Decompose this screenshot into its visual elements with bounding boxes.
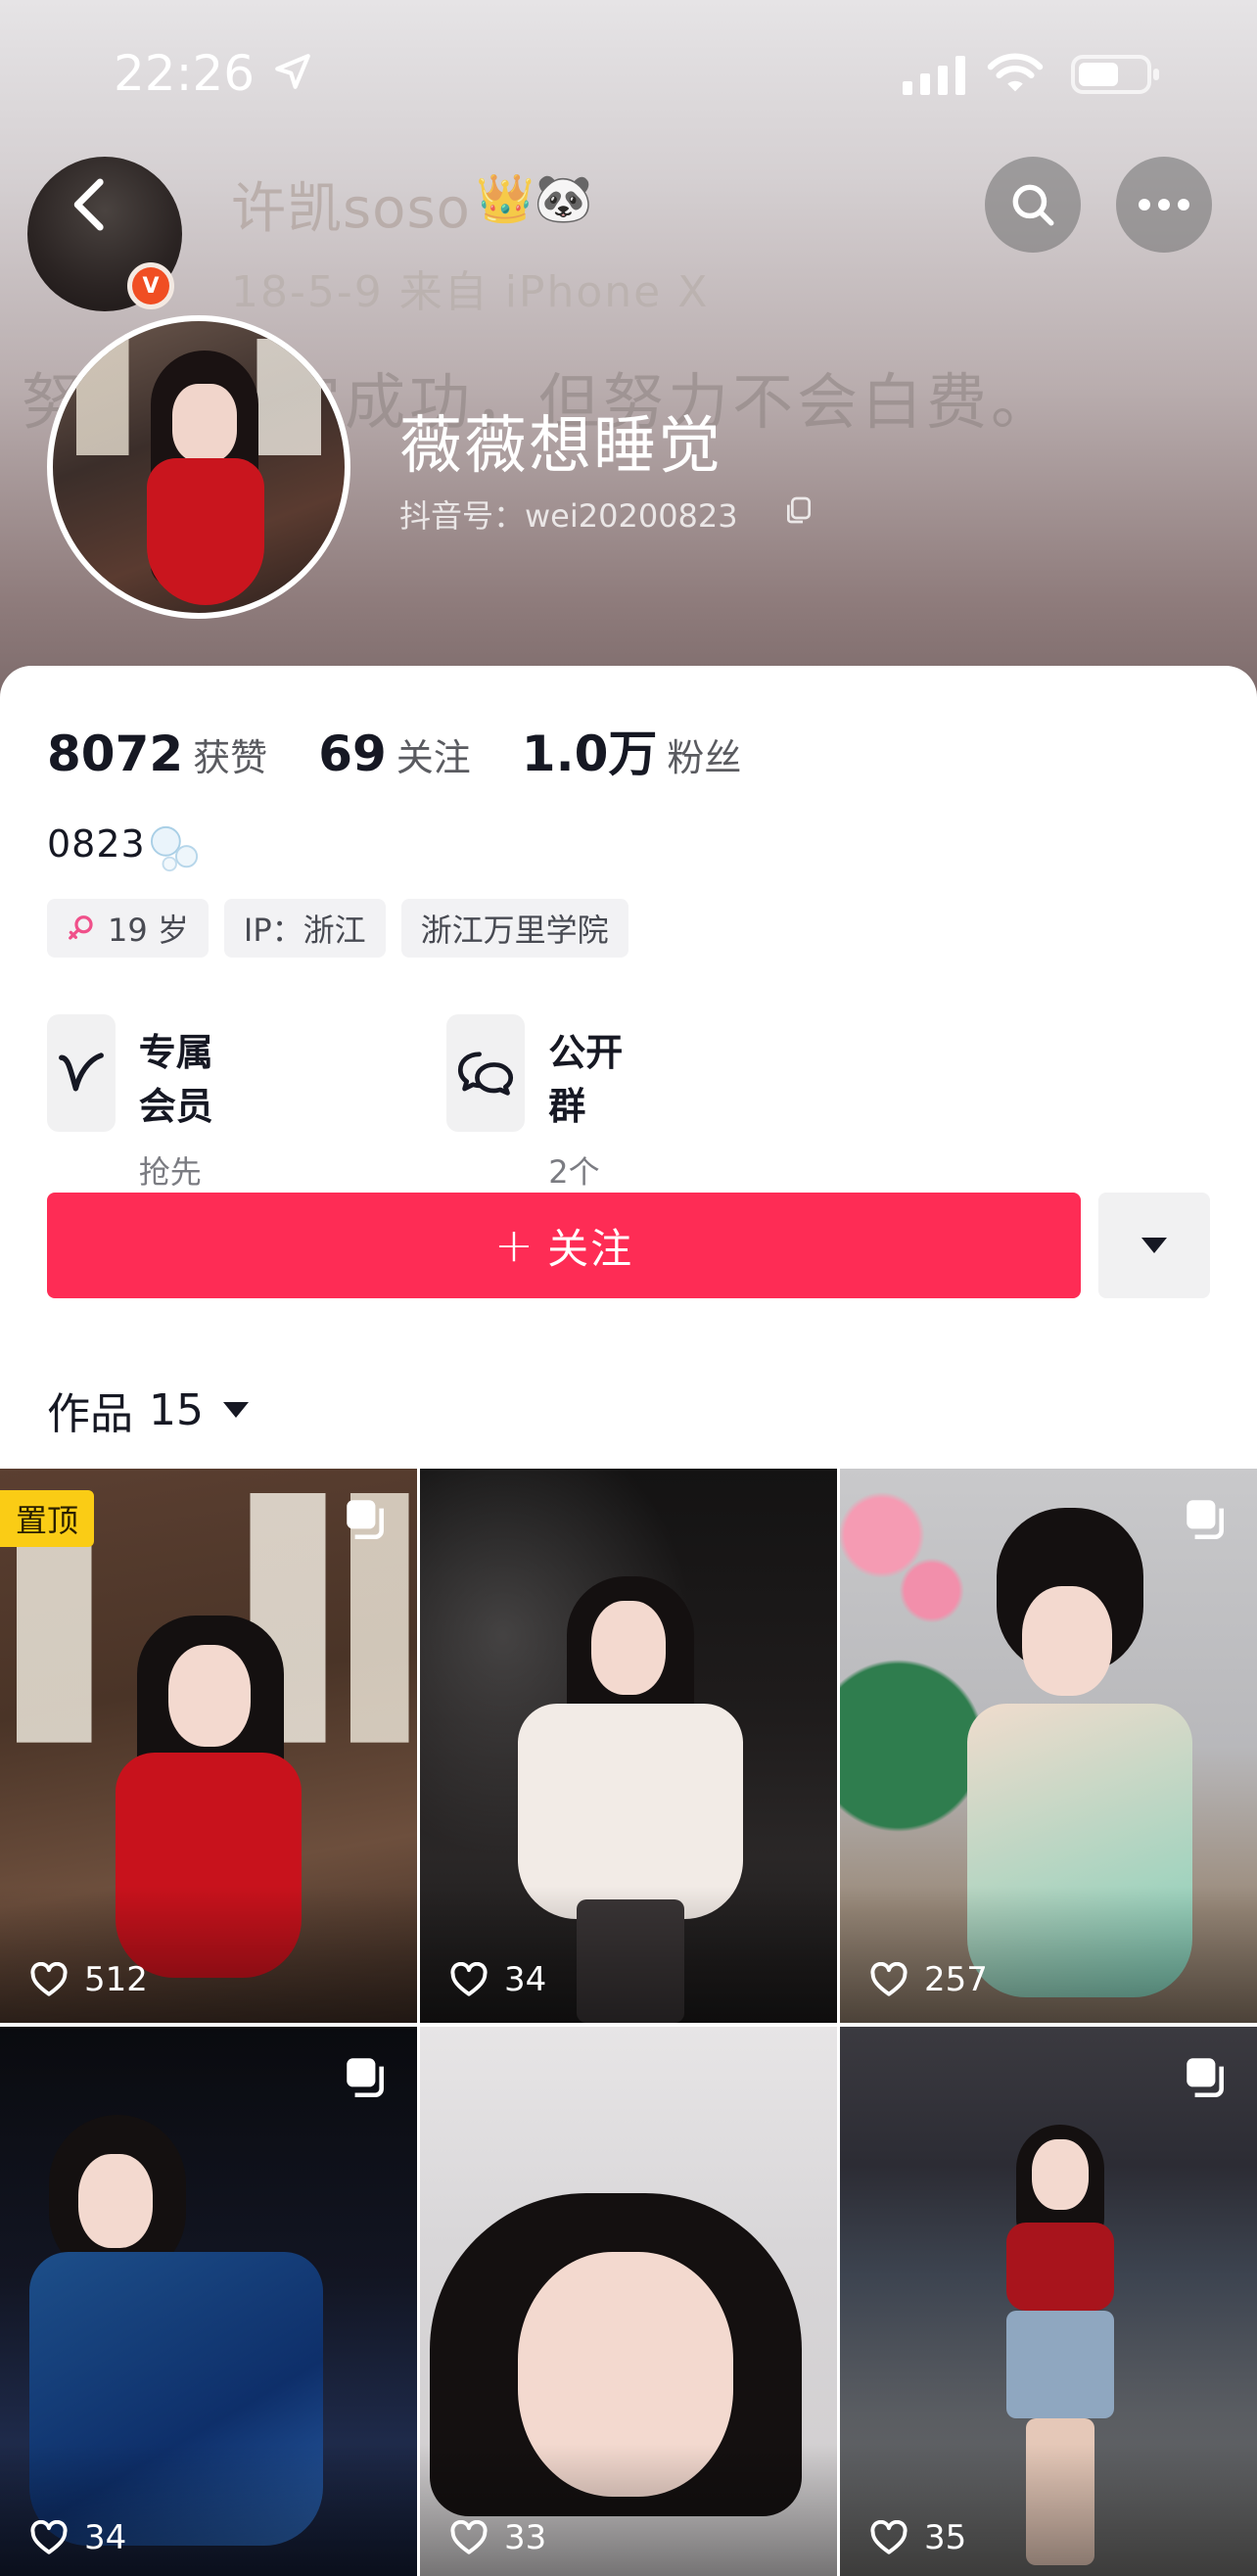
works-count: 15 <box>149 1384 204 1435</box>
likes-value: 34 <box>84 2518 127 2557</box>
post-likes: 33 <box>449 2518 546 2557</box>
heart-icon <box>450 1962 488 1996</box>
likes-value: 512 <box>84 1960 148 1999</box>
multi-image-icon <box>347 2058 384 2098</box>
bubbles-icon <box>150 825 199 872</box>
post-tile[interactable]: 34 <box>0 2027 417 2576</box>
triangle-down-icon <box>1141 1238 1167 1253</box>
bio-text: 0823 <box>47 822 146 866</box>
works-label: 作品 <box>47 1389 133 1439</box>
heart-icon <box>30 2520 68 2554</box>
more-dots-icon <box>1139 199 1189 211</box>
heart-icon <box>870 1962 908 1996</box>
heart-icon <box>450 2520 488 2554</box>
status-time: 22:26 <box>114 45 256 102</box>
caret-down-icon <box>223 1402 249 1418</box>
ip-tag: IP：浙江 <box>223 899 386 958</box>
battery-icon <box>1071 55 1159 94</box>
age-label: 19 岁 <box>108 912 189 949</box>
likes-value: 33 <box>504 2518 547 2557</box>
post-tile[interactable]: 置顶 512 <box>0 1469 417 2023</box>
group-title: 公开群 <box>548 1031 624 1128</box>
multi-image-icon <box>1187 1500 1224 1540</box>
banner-date: 18-5-9 来自 iPhone X <box>231 267 710 317</box>
post-likes: 34 <box>29 2518 126 2557</box>
plus-icon: + <box>493 1218 536 1273</box>
chat-bubbles-icon <box>446 1014 526 1132</box>
following-count[interactable]: 69 <box>318 726 387 782</box>
post-likes: 257 <box>869 1960 988 1999</box>
profile-avatar[interactable] <box>47 315 350 619</box>
female-icon <box>69 915 93 940</box>
stats-row: 8072 获赞 69 关注 1.0万 粉丝 <box>47 715 792 785</box>
back-button[interactable] <box>43 157 139 253</box>
followers-count[interactable]: 1.0万 <box>522 715 658 785</box>
post-tile[interactable]: 33 <box>420 2027 837 2576</box>
profile-tags: 19 岁 IP：浙江 浙江万里学院 <box>47 899 628 958</box>
vip-title: 专属会员 <box>138 1031 213 1128</box>
banner-emoji: 👑🐼 <box>476 171 593 226</box>
follow-button[interactable]: + 关注 <box>47 1193 1081 1298</box>
banner-name: 许凯soso <box>231 177 471 241</box>
works-tab[interactable]: 作品 15 <box>47 1379 251 1441</box>
search-button[interactable] <box>985 157 1081 253</box>
likes-value: 35 <box>924 2518 967 2557</box>
likes-count: 8072 <box>47 726 184 782</box>
heart-icon <box>870 2520 908 2554</box>
pinned-badge: 置顶 <box>0 1490 95 1547</box>
post-tile[interactable]: 257 <box>840 1469 1257 2023</box>
likes-value: 257 <box>924 1960 988 1999</box>
douyin-id: 抖音号：wei20200823 <box>399 497 738 535</box>
vip-v-icon <box>47 1014 116 1132</box>
wifi-icon <box>987 53 1044 92</box>
verified-badge-letter: V <box>132 267 169 304</box>
copy-icon[interactable] <box>783 494 815 526</box>
multi-image-icon <box>1187 2058 1224 2098</box>
post-tile[interactable]: 35 <box>840 2027 1257 2576</box>
multi-image-icon <box>347 1500 384 1540</box>
likes-value: 34 <box>504 1960 547 1999</box>
post-likes: 35 <box>869 2518 966 2557</box>
search-icon <box>1012 184 1054 226</box>
more-options-button[interactable] <box>1116 157 1212 253</box>
following-label[interactable]: 关注 <box>396 727 471 781</box>
school-tag[interactable]: 浙江万里学院 <box>400 899 628 958</box>
verified-badge: V <box>127 262 174 309</box>
likes-label: 获赞 <box>193 736 268 779</box>
location-arrow-icon <box>275 54 310 89</box>
post-likes: 34 <box>449 1960 546 1999</box>
age-tag: 19 岁 <box>47 899 209 958</box>
heart-icon <box>30 1962 68 1996</box>
followers-label[interactable]: 粉丝 <box>667 727 741 781</box>
post-likes: 512 <box>29 1960 148 1999</box>
recommend-toggle-button[interactable] <box>1098 1193 1210 1298</box>
post-tile[interactable]: 34 <box>420 1469 837 2023</box>
profile-nickname: 薇薇想睡觉 <box>399 410 722 483</box>
signal-icon <box>903 56 965 95</box>
follow-label: 关注 <box>547 1224 634 1273</box>
chevron-left-icon <box>73 178 104 231</box>
